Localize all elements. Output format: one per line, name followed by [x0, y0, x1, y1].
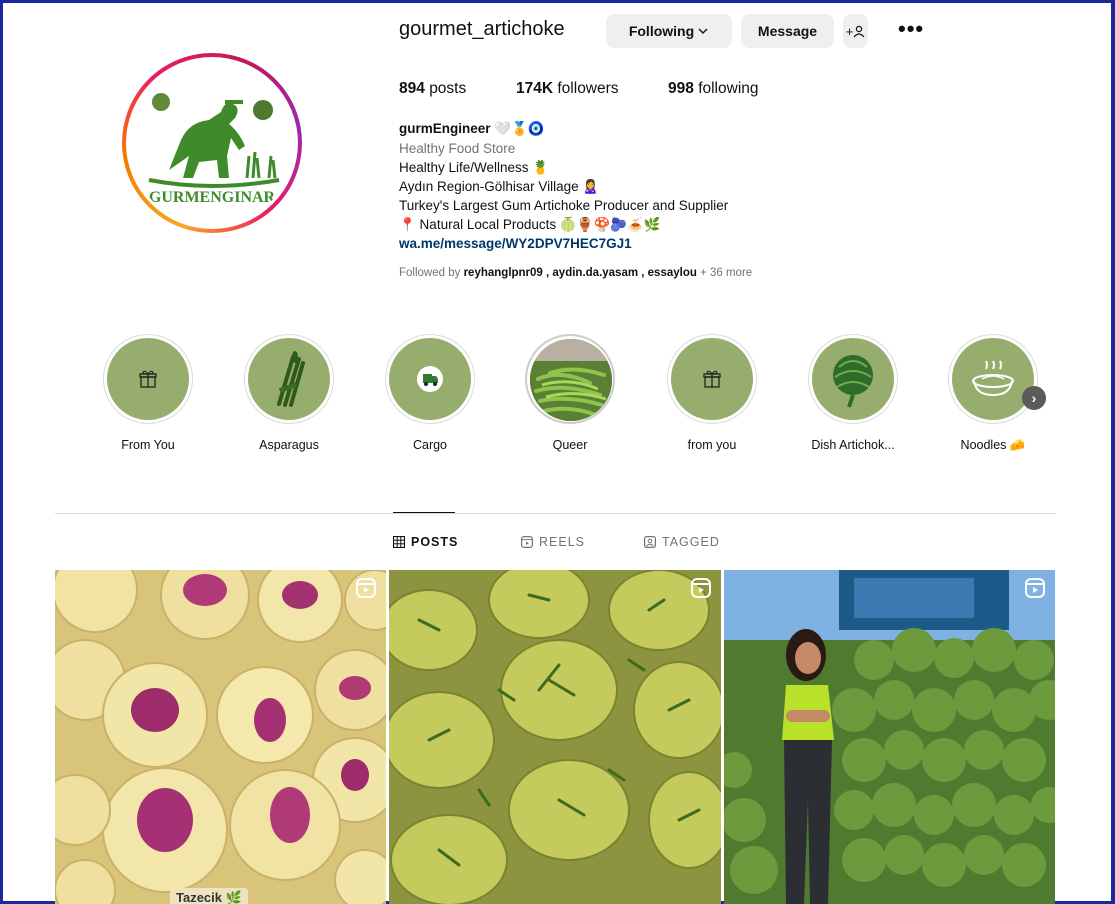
bio-line: Healthy Life/Wellness 🍍 — [399, 160, 550, 175]
reel-icon — [1025, 578, 1045, 598]
tab-posts-label: POSTS — [411, 535, 459, 549]
following-button-label: Following — [628, 23, 695, 39]
tab-reels[interactable]: REELS — [521, 535, 585, 549]
highlight-label: From You — [121, 438, 175, 452]
beans-photo — [530, 339, 612, 421]
grid-icon — [393, 536, 405, 548]
tab-tagged-label: TAGGED — [662, 535, 720, 549]
posts-stat: 894 posts — [399, 80, 466, 98]
following-stat-label: following — [698, 80, 759, 97]
tab-reels-label: REELS — [539, 535, 585, 549]
highlight-queer[interactable]: Queer — [525, 334, 615, 452]
bio-line: Aydın Region-Gölhisar Village 🙎‍♀️ — [399, 179, 600, 194]
chevron-down-icon — [698, 28, 708, 34]
followed-by[interactable]: Followed by reyhanglpnr09 , aydin.da.yas… — [399, 267, 752, 279]
avatar-brand-text: GURMENGINAR — [149, 189, 276, 206]
highlight-noodles[interactable]: Noodles 🧀 — [948, 334, 1038, 452]
truck-icon — [417, 366, 443, 392]
followers-count: 174K — [516, 80, 554, 97]
post-caption: Tazecik 🌿 — [170, 888, 248, 904]
post-image — [389, 570, 721, 904]
bio-line: 📍 Natural Local Products 🍈🏺🍄🫐🍝🌿 — [399, 217, 661, 232]
gift-icon — [139, 370, 157, 388]
asparagus-icon — [277, 351, 305, 407]
posts-label: posts — [429, 80, 467, 97]
message-button[interactable]: Message — [741, 14, 834, 48]
followers-stat[interactable]: 174K followers — [516, 80, 619, 98]
post-thumbnail[interactable] — [389, 570, 721, 904]
highlight-label: Dish Artichok... — [811, 438, 895, 452]
reels-icon — [521, 536, 533, 548]
bio-category: Healthy Food Store — [399, 141, 516, 156]
highlight-label: Asparagus — [259, 438, 319, 452]
highlight-asparagus[interactable]: Asparagus — [244, 334, 334, 452]
highlight-from-you-2[interactable]: from you — [667, 334, 757, 452]
avatar-logo: GURMENGINAR — [132, 63, 292, 223]
post-image — [724, 570, 1055, 904]
following-count: 998 — [668, 80, 694, 97]
bio-name: gurmEngineer 🤍🏅🧿 — [399, 121, 545, 136]
followed-by-prefix: Followed by — [399, 267, 461, 279]
bio-line: Turkey's Largest Gum Artichoke Producer … — [399, 198, 729, 213]
post-thumbnail[interactable]: Tazecik 🌿 — [55, 570, 386, 904]
reel-icon — [356, 578, 376, 598]
gift-icon — [703, 370, 721, 388]
artichoke-icon — [833, 355, 873, 408]
post-image — [55, 570, 386, 904]
tabs-divider — [55, 513, 1056, 514]
chevron-right-icon[interactable]: › — [1022, 386, 1046, 410]
highlight-label: Cargo — [412, 438, 448, 452]
followers-label: followers — [557, 80, 619, 97]
tagged-icon — [644, 536, 656, 548]
post-thumbnail[interactable] — [724, 570, 1055, 904]
highlight-label: from you — [687, 438, 737, 452]
add-user-plus: + — [845, 23, 854, 39]
add-user-button[interactable]: + — [843, 14, 868, 48]
highlight-from-you[interactable]: From You — [103, 334, 193, 452]
profile-avatar[interactable]: GURMENGINAR — [122, 53, 302, 233]
highlight-label: Noodles 🧀 — [960, 438, 1026, 452]
tab-tagged[interactable]: TAGGED — [644, 535, 720, 549]
reel-icon — [691, 578, 711, 598]
active-tab-indicator — [393, 512, 455, 513]
bio-link[interactable]: wa.me/message/WY2DPV7HEC7GJ1 — [399, 236, 632, 251]
highlight-label: Queer — [552, 438, 588, 452]
following-stat[interactable]: 998 following — [668, 80, 759, 98]
highlight-dish-artichoke[interactable]: Dish Artichok... — [808, 334, 898, 452]
noodles-icon — [972, 360, 1014, 397]
posts-count: 894 — [399, 80, 425, 97]
following-button[interactable]: Following — [606, 14, 732, 48]
tab-posts[interactable]: POSTS — [393, 535, 458, 549]
followed-by-more: + 36 more — [700, 267, 753, 279]
more-options-icon[interactable]: ••• — [898, 16, 924, 42]
highlight-cargo[interactable]: Cargo — [385, 334, 475, 452]
followed-by-names: reyhanglpnr09 , aydin.da.yasam , essaylo… — [463, 267, 697, 279]
person-icon — [853, 25, 865, 37]
profile-username: gourmet_artichoke — [399, 18, 565, 40]
